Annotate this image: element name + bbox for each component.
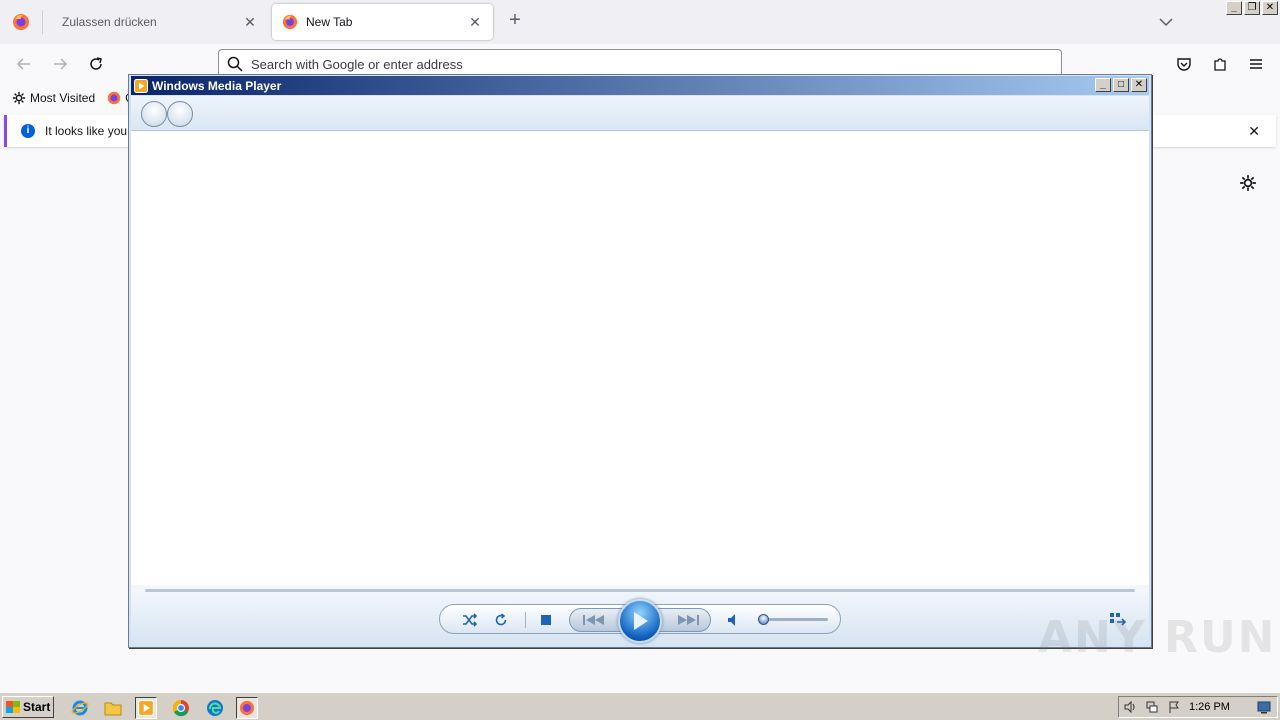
- gear-icon: [12, 91, 26, 105]
- media-player-icon: [134, 78, 148, 93]
- media-player-title-bar[interactable]: Windows Media Player _ □ ✕: [131, 76, 1149, 95]
- app-menu-button[interactable]: [1244, 52, 1268, 76]
- tab-zulassen[interactable]: Zulassen drücken ✕: [44, 4, 268, 40]
- firefox-icon: [239, 700, 255, 716]
- firefox-icon: [107, 91, 121, 105]
- close-tab-icon[interactable]: ✕: [467, 14, 483, 31]
- taskbar-windows-media-player[interactable]: [135, 697, 157, 719]
- video-area: [131, 130, 1149, 585]
- stop-button[interactable]: [536, 610, 556, 630]
- folder-icon: [104, 702, 122, 716]
- reload-button[interactable]: [84, 52, 108, 76]
- stop-icon: [541, 615, 551, 625]
- start-button[interactable]: Start: [2, 696, 54, 718]
- taskbar-file-explorer[interactable]: [102, 697, 124, 719]
- bookmark-label: Most Visited: [30, 91, 96, 105]
- extensions-button[interactable]: [1208, 52, 1232, 76]
- shuffle-button[interactable]: [460, 610, 480, 630]
- gear-icon: [1240, 175, 1256, 191]
- taskbar-internet-explorer[interactable]: [69, 697, 91, 719]
- playback-controls: [439, 599, 841, 643]
- shuffle-icon: [463, 613, 478, 627]
- tab-separator: [42, 10, 43, 34]
- back-arrow-icon: [16, 58, 30, 70]
- play-button[interactable]: [618, 599, 662, 643]
- close-tab-icon[interactable]: ✕: [242, 14, 258, 31]
- bookmark-most-visited[interactable]: Most Visited: [12, 91, 95, 105]
- mute-button[interactable]: [722, 610, 742, 630]
- new-tab-settings-button[interactable]: [1239, 174, 1259, 194]
- firefox-icon: [13, 14, 29, 30]
- tab-bar: Zulassen drücken ✕ New Tab ✕ + _ ❐ ✕: [0, 0, 1280, 44]
- maximize-button[interactable]: □: [1113, 78, 1129, 92]
- back-button[interactable]: [141, 101, 167, 127]
- network-icon[interactable]: [1145, 700, 1159, 714]
- hamburger-menu-icon: [1250, 59, 1262, 69]
- search-icon: [227, 56, 243, 72]
- chrome-icon: [172, 699, 189, 717]
- media-player-window: Windows Media Player _ □ ✕: [128, 74, 1152, 648]
- play-icon: [634, 612, 648, 630]
- tab-label: Zulassen drücken: [62, 15, 157, 29]
- internet-explorer-icon: [71, 700, 89, 716]
- volume-slider-thumb[interactable]: [758, 614, 769, 625]
- address-placeholder: Search with Google or enter address: [251, 56, 463, 72]
- windows-logo-icon: [6, 701, 20, 713]
- chevron-down-icon: [1159, 18, 1173, 27]
- pocket-button[interactable]: [1172, 52, 1196, 76]
- browser-window-controls: _ ❐ ✕: [1226, 1, 1278, 15]
- media-player-icon: [138, 700, 154, 716]
- back-button[interactable]: [12, 52, 36, 76]
- divider: [525, 612, 526, 628]
- next-icon[interactable]: [676, 614, 700, 626]
- system-tray: 1:26 PM: [1118, 696, 1278, 718]
- forward-button[interactable]: [48, 52, 72, 76]
- close-button[interactable]: ✕: [1131, 78, 1147, 92]
- taskbar-firefox[interactable]: [236, 697, 258, 719]
- close-notification-icon[interactable]: ✕: [1248, 123, 1260, 140]
- repeat-icon: [495, 613, 507, 626]
- taskbar-edge[interactable]: [204, 697, 226, 719]
- minimize-button[interactable]: _: [1226, 1, 1242, 15]
- volume-icon[interactable]: [1123, 700, 1137, 714]
- puzzle-icon: [1214, 58, 1226, 71]
- reload-icon: [90, 57, 102, 70]
- taskbar: Start 1:26 PM: [0, 692, 1280, 720]
- anyrun-watermark: ANY RUN: [1038, 612, 1277, 663]
- notification-text: It looks like you h: [45, 124, 138, 138]
- list-all-tabs-button[interactable]: [1156, 12, 1176, 32]
- forward-arrow-icon: [54, 58, 68, 70]
- media-player-window-controls: _ □ ✕: [1095, 78, 1147, 92]
- tab-new-tab[interactable]: New Tab ✕: [272, 4, 493, 40]
- new-tab-button[interactable]: +: [504, 10, 526, 32]
- close-button[interactable]: ✕: [1262, 1, 1278, 15]
- playback-controls-bar: [131, 585, 1149, 646]
- minimize-button[interactable]: _: [1095, 78, 1111, 92]
- seek-bar[interactable]: [145, 589, 1135, 592]
- start-label: Start: [23, 700, 51, 714]
- info-icon: i: [21, 124, 35, 138]
- action-center-flag-icon[interactable]: [1167, 700, 1181, 714]
- taskbar-chrome[interactable]: [170, 697, 192, 719]
- speaker-icon: [728, 614, 735, 626]
- show-desktop-icon[interactable]: [1257, 700, 1271, 714]
- previous-icon[interactable]: [582, 614, 606, 626]
- volume-slider[interactable]: [762, 618, 828, 621]
- repeat-button[interactable]: [491, 610, 511, 630]
- media-player-title: Windows Media Player: [152, 78, 282, 93]
- firefox-view-button[interactable]: [0, 0, 42, 44]
- clock[interactable]: 1:26 PM: [1189, 701, 1230, 713]
- tab-label: New Tab: [306, 15, 353, 29]
- firefox-icon: [282, 14, 298, 30]
- restore-button[interactable]: ❐: [1244, 1, 1260, 15]
- forward-button[interactable]: [167, 101, 193, 127]
- pocket-icon: [1177, 58, 1191, 71]
- media-player-toolbar: [131, 96, 1149, 130]
- edge-icon: [207, 700, 223, 716]
